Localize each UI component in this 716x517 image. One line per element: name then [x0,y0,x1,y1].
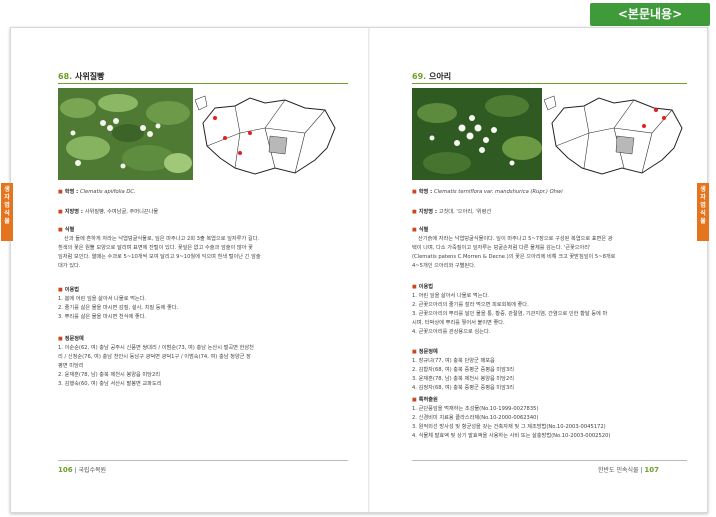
text-line: 2. 줄기를 삶은 물을 마시면 감질, 설사, 치질 등에 좋다. [58,305,179,311]
text-line: 흰색의 꽃은 원뿔 모양으로 달리며 표면에 잔털이 있다. 꽃잎은 없고 수술… [58,245,253,251]
text-line: 평면 미당리 [58,363,84,369]
text-line: 리 / 신청순(76, 여) 충남 천안시 동남구 광덕면 광덕1구 / 이범숙… [58,354,251,360]
bullet-icon: ■ [58,209,63,215]
text-line: 4. 김정자(68, 여) 충북 증평군 증평읍 미암3리 [412,385,515,391]
plant-photo-image [412,88,542,180]
section-heading: 정문정예 [418,349,438,355]
page-number: 106 [58,466,73,474]
label: 지방명 : [418,209,439,215]
section-heading: 특허출원 [418,397,438,403]
section-heading: 식별 [418,227,429,233]
book-title: 국립수목원 [78,467,107,474]
plant-photo [412,88,542,180]
bullet-icon: ■ [58,227,63,233]
text-line: 2. 신경비미 치료용 클라스라제(No.10-2000-0062340) [412,415,539,421]
footer-rule [58,460,348,461]
text-line: 3. 뿌리를 삶은 물을 마시면 천식에 좋다. [58,314,147,320]
text-line: 4. 큰꽃으아리를 관상용으로 심는다. [412,329,491,335]
identification-section: ■ 식별 산기슭에 자라는 낙엽덩굴식물이다. 잎이 마주나고 5~7장으로 구성… [412,226,694,271]
entry-number: 69. [412,72,427,81]
text-line: 산과 들에 흔하게 자라는 낙엽덩굴식물로, 잎은 마주나고 2회 3출 복엽으… [64,236,260,242]
scientific-name-row: ■ 학명 : Clematis terniflora var. mandshuri… [412,188,692,197]
label: 지방명 : [64,209,85,215]
text-line: 대가 있다. [58,263,81,269]
text-line: 산기슭에 자라는 낙엽덩굴식물이다. 잎이 마주나고 5~7장으로 구성된 복엽… [418,236,613,242]
plant-photo [58,88,193,180]
entry-name: 으아리 [428,72,452,81]
footer-rule [412,460,687,461]
text-line: 3. 큰꽃으아리의 뿌리를 달인 물을 통, 황증, 관절염, 기관지염, 간염… [412,311,608,317]
text-line: 1. 큰단풍잎을 먹재하는 조성물(No.10-1999-0027835) [412,406,539,412]
section-heading: 정문정예 [64,336,84,342]
text-line: (Clematis patens C.Morren & Decne.)의 꽃은 … [412,254,616,260]
text-line: 3. 원적외선 방사성 및 항균성을 갖는 건축자재 및 그 제조방법(No.1… [412,424,606,430]
local-name: 고칫대, '으아리, '위령선 [438,209,492,215]
side-index-tab[interactable]: 생 자 엽 식 물 [1,183,13,241]
bullet-icon: ■ [58,189,63,195]
bullet-icon: ■ [412,227,417,233]
korea-map-image [194,95,336,175]
label: 학명 : [64,189,80,195]
text-line: 4. 식물체 발효액 및 상기 발효액을 사용하는 사비 또는 살충방법(No.… [412,433,611,439]
bullet-icon: ■ [412,284,417,290]
scientific-name: Clematis terniflora var. mandshurica (Ru… [433,189,563,195]
bullet-icon: ■ [58,336,63,342]
book-spread: 68. 사위질빵 ■ 학명: Clematis apiifolia DC. ■… [1,27,709,513]
text-line: 3. 윤재훈(78, 남) 충북 제천시 봉양읍 미당2리 [412,376,515,382]
section-tag: <본문내용> [590,3,710,26]
bullet-icon: ■ [412,189,417,195]
entry-title-69: 69. 으아리 [412,71,451,82]
bullet-icon: ■ [412,209,417,215]
book-title: 한반도 민속식물 [598,467,639,474]
scientific-name-row: ■ 학명 : Clematis apiifolia DC. [58,188,348,197]
title-rule [412,83,687,84]
entry-name: 사위질빵 [74,72,105,81]
usage-section: ■ 이용법 1. 어린 잎을 삶아서 나물로 먹는다. 2. 큰꽃으아리의 줄기를… [412,283,694,337]
plant-photo-image [58,88,193,180]
distribution-map [194,88,345,180]
section-heading: 이용법 [64,287,80,293]
text-line: 4~5개인 으아리와 구별된다. [412,263,476,269]
text-line: 2. 큰꽃으아리의 줄기를 잘라 먹으면 피로회복에 좋다. [412,302,529,308]
korea-map-image [543,95,683,175]
bullet-icon: ■ [412,349,417,355]
right-page: 69. 으아리 ■ 학명: Clematis terniflora var. … [370,28,709,512]
text-line: 3. 김행숙(60, 여) 충남 서산시 팔봉면 교파도리 [58,381,162,387]
text-line: 2. 윤재훈(78, 남) 충북 제천시 봉양읍 미당2리 [58,372,161,378]
page-folio-left: 106 | 국립수목원 [58,466,107,474]
text-line: 시며, 타박상에 뿌리를 찧어서 붙이면 좋다. [412,320,505,326]
scientific-name: Clematis apiifolia DC. [79,189,136,195]
bullet-icon: ■ [58,287,63,293]
distribution-map [543,88,689,180]
page-number: 107 [644,466,660,474]
text-line: 2. 김합자(68, 여) 충북 증평군 증평읍 미암3리 [412,367,515,373]
local-name-row: ■ 지방명 : 사위질빵, 수여남굴, 주머니끈나물 [58,208,348,217]
title-rule [58,83,348,84]
entry-title-68: 68. 사위질빵 [58,71,104,82]
identification-section: ■ 식별 산과 들에 흔하게 자라는 낙엽덩굴식물로, 잎은 마주나고 2회 3출… [58,226,350,271]
usage-section: ■ 이용법 1. 봄에 어린 잎을 삶아서 나물로 먹는다. 2. 줄기를 삶은 … [58,286,350,322]
informant-section: ■ 정문정예 1. 장규녀(77, 여) 충북 단양군 매포읍 2. 김합자(68… [412,348,694,393]
local-name-row: ■ 지방명 : 고칫대, '으아리, '위령선 [412,208,692,217]
text-line: 잎처럼 보인다. 열매는 수과로 5~10개씩 모여 달리고 9~10월에 익으… [58,254,261,260]
patent-section: ■ 특허출원 1. 큰단풍잎을 먹재하는 조성물(No.10-1999-00278… [412,396,697,441]
text-line: 1. 어린 잎을 삶아서 나물로 먹는다. [412,293,489,299]
label: 학명 : [418,189,434,195]
text-line: 1. 장규녀(77, 여) 충북 단양군 매포읍 [412,358,495,364]
local-name: 사위질빵, 수여남굴, 주머니끈나물 [84,209,159,215]
page-folio-right: 한반도 민속식물 | 107 [598,466,660,474]
section-heading: 이용법 [418,284,434,290]
section-heading: 식별 [64,227,75,233]
text-line: 택이 나며, 다소 가죽질이고 잎자루는 덩굴손처럼 다른 물체를 감는다. '… [412,245,591,251]
informant-section: ■ 정문정예 1. 이순순(62, 여) 충남 공주시 신풍면 쌍대리 / 이범순… [58,335,350,389]
side-index-tab[interactable]: 생 자 엽 식 물 [697,183,709,241]
text-line: 1. 봄에 어린 잎을 삶아서 나물로 먹는다. [58,296,147,302]
left-page: 68. 사위질빵 ■ 학명: Clematis apiifolia DC. ■… [1,28,368,512]
bullet-icon: ■ [412,397,417,403]
text-line: 1. 이순순(62, 여) 충남 공주시 신풍면 쌍대리 / 이범순(73, 여… [58,345,254,351]
entry-number: 68. [58,72,73,81]
